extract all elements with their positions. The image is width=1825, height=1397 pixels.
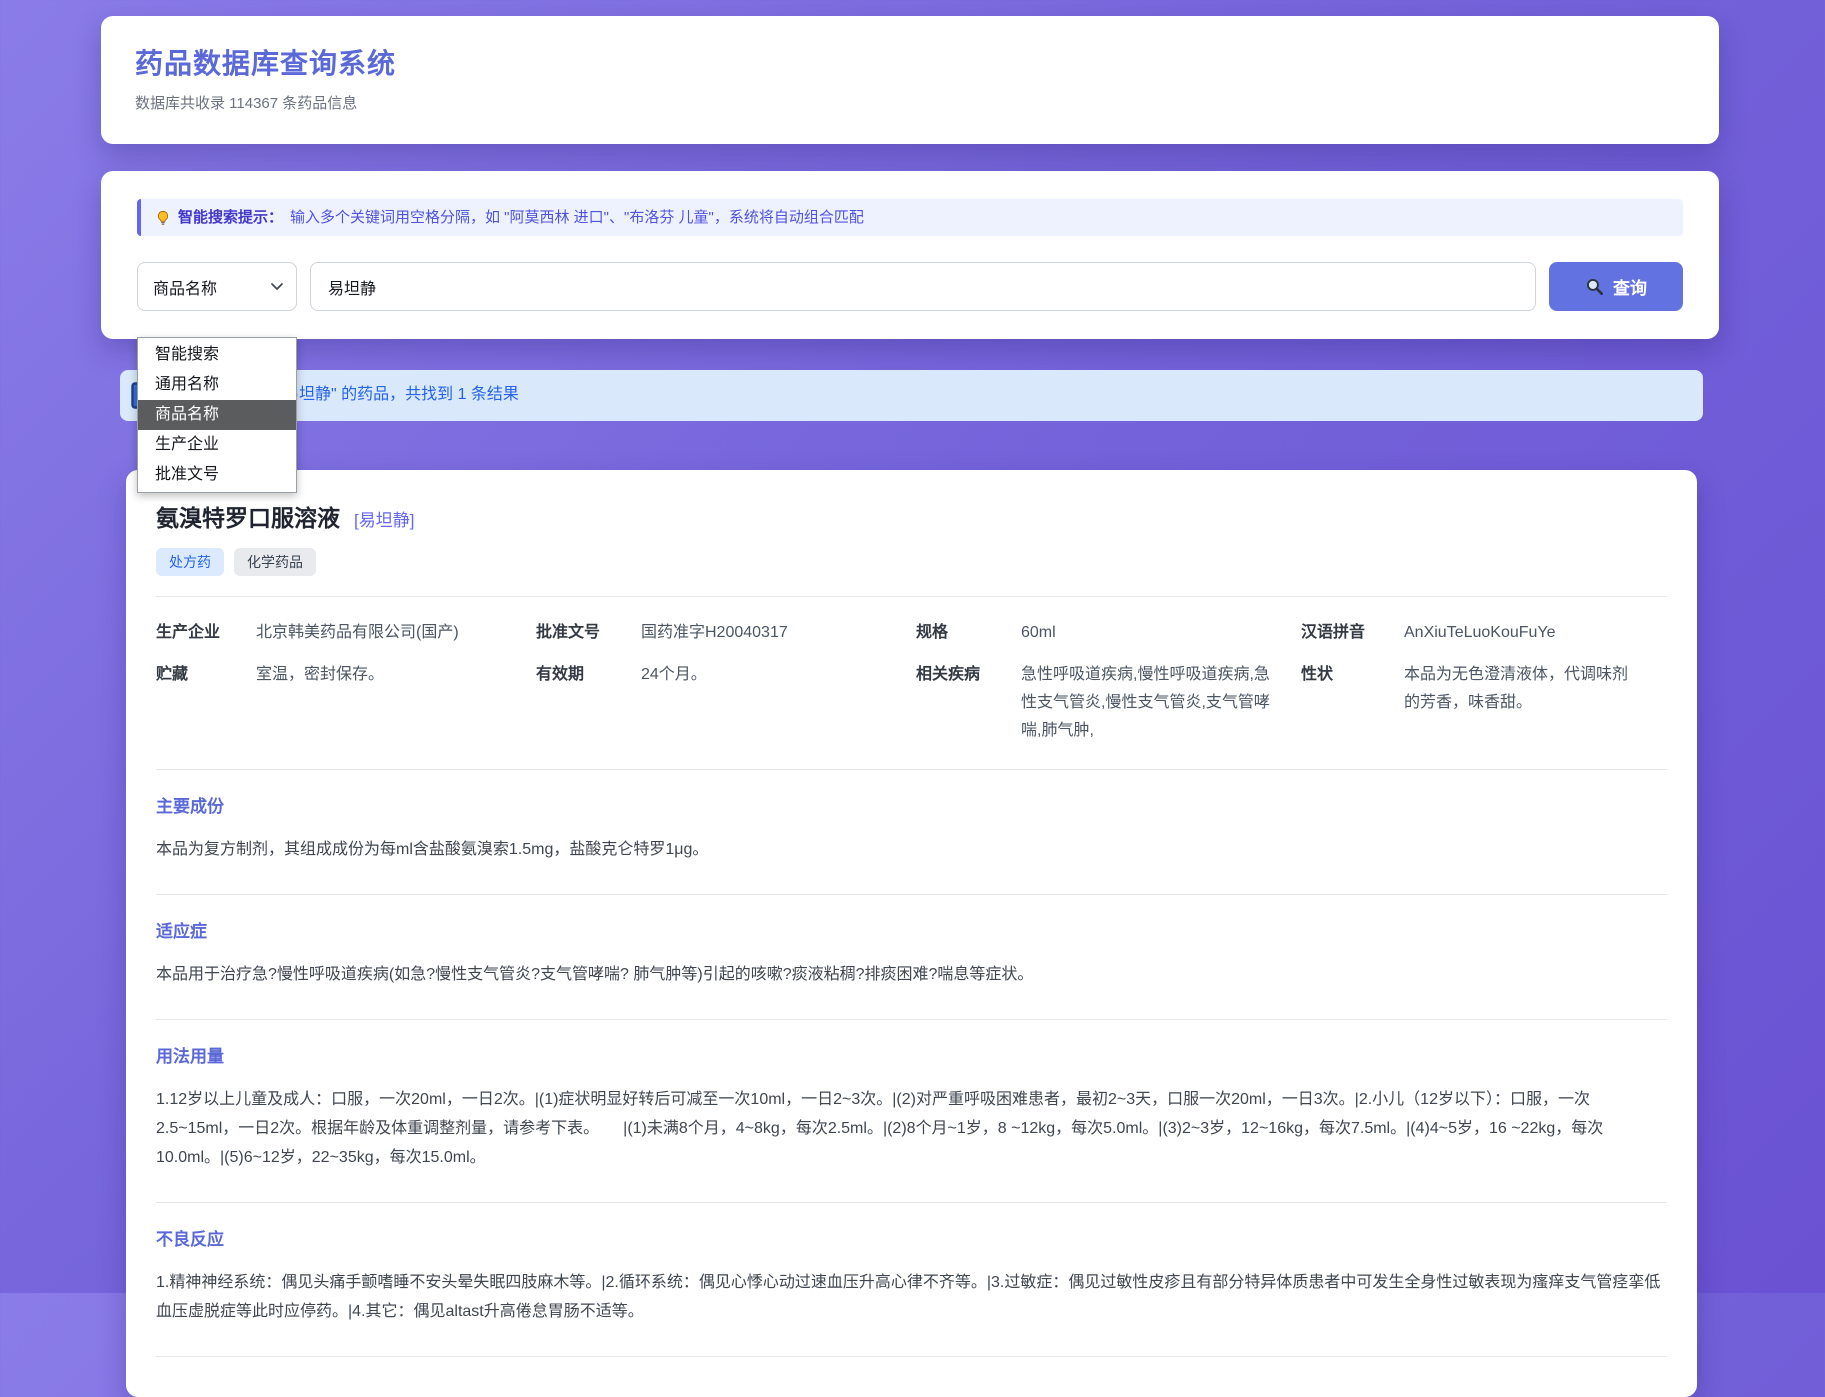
section-heading: 不良反应 <box>156 1229 1667 1251</box>
lightbulb-icon <box>155 210 171 226</box>
drug-tag: 化学药品 <box>234 548 316 576</box>
drug-title-row: 氨溴特罗口服溶液 [易坦静] <box>156 502 1667 534</box>
attribute-label: 汉语拼音 <box>1301 619 1404 647</box>
section-heading: 主要成份 <box>156 796 1667 818</box>
page-title: 药品数据库查询系统 <box>135 46 1685 82</box>
header-card: 药品数据库查询系统 数据库共收录 114367 条药品信息 <box>101 16 1719 144</box>
drug-trade-name: [易坦静] <box>354 506 414 531</box>
attribute-value: 急性呼吸道疾病,慢性呼吸道疾病,急性支气管炎,慢性支气管炎,支气管哮喘,肺气肿, <box>1021 661 1301 745</box>
dropdown-option[interactable]: 通用名称 <box>138 370 296 400</box>
drug-section: 用法用量 1.12岁以上儿童及成人：口服，一次20ml，一日2次。|(1)症状明显… <box>156 1020 1667 1203</box>
attribute-label: 批准文号 <box>536 619 641 647</box>
attribute-label: 性状 <box>1301 661 1404 745</box>
tip-text: 输入多个关键词用空格分隔，如 "阿莫西林 进口"、"布洛芬 儿童"，系统将自动组… <box>290 207 864 228</box>
attribute-value: 北京韩美药品有限公司(国产) <box>256 619 536 647</box>
search-type-dropdown: 智能搜索通用名称商品名称生产企业批准文号 <box>137 337 297 493</box>
dropdown-option[interactable]: 批准文号 <box>138 460 296 490</box>
search-button[interactable]: 查询 <box>1549 262 1683 311</box>
attribute-label: 有效期 <box>536 661 641 745</box>
section-text: 本品用于治疗急?慢性呼吸道疾病(如急?慢性支气管炎?支气管哮喘? 肺气肿等)引起… <box>156 960 1667 989</box>
search-tip-banner: 智能搜索提示： 输入多个关键词用空格分隔，如 "阿莫西林 进口"、"布洛芬 儿童… <box>137 199 1683 236</box>
search-icon <box>1585 277 1604 296</box>
dropdown-option[interactable]: 智能搜索 <box>138 340 296 370</box>
attribute-value: 24个月。 <box>641 661 916 745</box>
tip-label: 智能搜索提示： <box>178 207 283 228</box>
drug-section: 适应症本品用于治疗急?慢性呼吸道疾病(如急?慢性支气管炎?支气管哮喘? 肺气肿等… <box>156 895 1667 1020</box>
chevron-down-icon <box>271 283 283 291</box>
section-heading: 适应症 <box>156 921 1667 943</box>
drug-tags: 处方药化学药品 <box>156 548 1667 576</box>
result-count-text: 易坦静" 的药品，共找到 1 条结果 <box>283 384 519 406</box>
search-input[interactable] <box>310 262 1536 311</box>
db-count-subtitle: 数据库共收录 114367 条药品信息 <box>135 94 1685 114</box>
section-text: 1.12岁以上儿童及成人：口服，一次20ml，一日2次。|(1)症状明显好转后可… <box>156 1085 1667 1172</box>
drug-section: 不良反应1.精神神经系统：偶见头痛手颤嗜睡不安头晕失眠四肢麻木等。|2.循环系统… <box>156 1203 1667 1357</box>
attribute-value: 60ml <box>1021 619 1301 647</box>
result-count-banner: 易坦静" 的药品，共找到 1 条结果 <box>120 370 1703 421</box>
attribute-value: AnXiuTeLuoKouFuYe <box>1404 619 1667 647</box>
attribute-label: 规格 <box>916 619 1021 647</box>
attribute-value: 本品为无色澄清液体，代调味剂的芳香，味香甜。 <box>1404 661 1667 745</box>
drug-section: 主要成份本品为复方制剂，其组成成份为每ml含盐酸氨溴索1.5mg，盐酸克仑特罗1… <box>156 770 1667 895</box>
dropdown-option[interactable]: 生产企业 <box>138 430 296 460</box>
attribute-value: 室温，密封保存。 <box>256 661 536 745</box>
search-type-value: 商品名称 <box>153 275 217 299</box>
attribute-label: 生产企业 <box>156 619 256 647</box>
section-text: 本品为复方制剂，其组成成份为每ml含盐酸氨溴索1.5mg，盐酸克仑特罗1μg。 <box>156 835 1667 864</box>
search-type-select[interactable]: 商品名称 <box>137 262 297 311</box>
search-button-label: 查询 <box>1613 274 1647 299</box>
drug-attributes-grid: 生产企业北京韩美药品有限公司(国产)批准文号国药准字H20040317规格60m… <box>156 596 1667 770</box>
drug-result-card: 氨溴特罗口服溶液 [易坦静] 处方药化学药品 生产企业北京韩美药品有限公司(国产… <box>126 470 1697 1397</box>
search-row: 商品名称 查询 <box>137 262 1683 311</box>
search-card: 智能搜索提示： 输入多个关键词用空格分隔，如 "阿莫西林 进口"、"布洛芬 儿童… <box>101 171 1719 339</box>
drug-tag: 处方药 <box>156 548 224 576</box>
dropdown-option[interactable]: 商品名称 <box>138 400 296 430</box>
attribute-label: 贮藏 <box>156 661 256 745</box>
attribute-value: 国药准字H20040317 <box>641 619 916 647</box>
drug-name: 氨溴特罗口服溶液 <box>156 502 340 534</box>
section-heading: 用法用量 <box>156 1046 1667 1068</box>
drug-sections: 主要成份本品为复方制剂，其组成成份为每ml含盐酸氨溴索1.5mg，盐酸克仑特罗1… <box>156 770 1667 1357</box>
attribute-label: 相关疾病 <box>916 661 1021 745</box>
